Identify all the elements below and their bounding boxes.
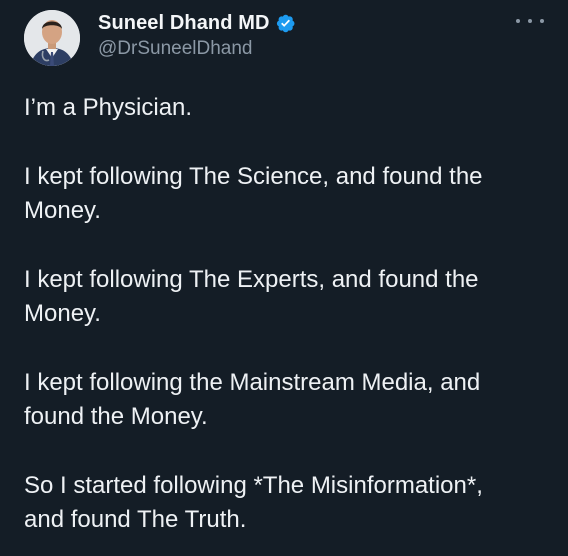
dot [516,19,520,23]
tweet-paragraph: I kept following the Mainstream Media, a… [24,369,481,430]
author-handle[interactable]: @DrSuneelDhand [98,38,296,60]
verified-badge-icon [276,14,294,32]
tweet-paragraph: So I started following *The Misinformati… [24,472,483,533]
more-options-icon[interactable] [516,13,544,29]
tweet-paragraph: I kept following The Science, and found … [24,163,483,224]
avatar[interactable] [24,10,80,66]
dot [540,19,544,23]
tweet-paragraph: I’m a Physician. [24,94,193,121]
name-row: Suneel Dhand MD [98,10,296,36]
tweet-text: I’m a Physician. I kept following The Sc… [24,91,544,537]
tweet-paragraph: I kept following The Experts, and found … [24,266,479,327]
tweet-header: Suneel Dhand MD @DrSuneelDhand [98,10,296,60]
avatar-photo [24,10,80,66]
display-name[interactable]: Suneel Dhand MD [98,12,270,35]
tweet-card: Suneel Dhand MD @DrSuneelDhand I’m a Phy… [0,0,568,556]
dot [528,19,532,23]
